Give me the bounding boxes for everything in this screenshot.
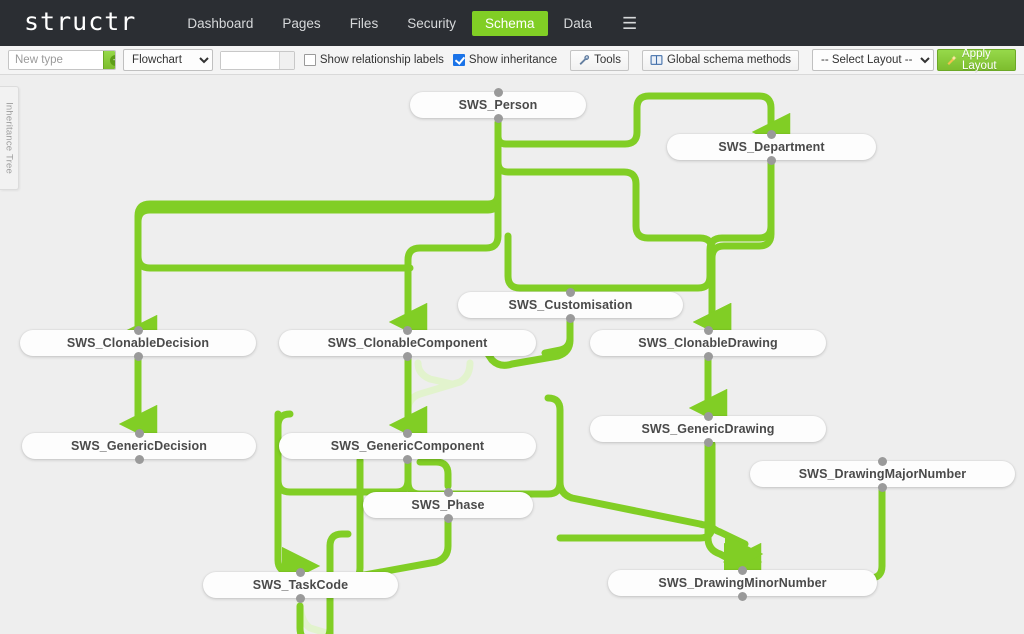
node-port-top[interactable] bbox=[403, 428, 412, 438]
node-port-top[interactable] bbox=[443, 487, 453, 497]
node-port-top[interactable] bbox=[133, 325, 143, 335]
schema-node-drawmajor[interactable]: SWS_DrawingMajorNumber bbox=[750, 456, 1015, 492]
schema-node-drawminor[interactable]: SWS_DrawingMinorNumber bbox=[608, 565, 877, 601]
node-port-top[interactable] bbox=[767, 129, 776, 139]
schema-node-label: SWS_Phase bbox=[411, 498, 485, 512]
node-port-bottom[interactable] bbox=[493, 113, 503, 123]
node-port-bottom[interactable] bbox=[296, 593, 305, 603]
app-logo[interactable]: structr bbox=[24, 9, 136, 37]
inheritance-tree-label: Inheritance Tree bbox=[3, 102, 15, 174]
tools-button[interactable]: Tools bbox=[570, 49, 629, 71]
schema-node-label: SWS_GenericComponent bbox=[330, 439, 485, 453]
schema-node-label: SWS_ClonableComponent bbox=[327, 336, 488, 350]
node-port-top[interactable] bbox=[703, 411, 713, 421]
nav-item-schema[interactable]: Schema bbox=[471, 10, 548, 36]
schema-node-label: SWS_Department bbox=[718, 140, 825, 154]
inheritance-tree-tab[interactable]: Inheritance Tree bbox=[0, 86, 19, 190]
nav-item-data[interactable]: Data bbox=[551, 11, 606, 36]
schema-node-label: SWS_Customisation bbox=[508, 298, 633, 312]
schema-node-label: SWS_ClonableDrawing bbox=[638, 336, 778, 350]
nav-item-pages[interactable]: Pages bbox=[269, 11, 333, 36]
add-type-button[interactable]: + Add bbox=[103, 51, 116, 69]
wand-icon bbox=[947, 55, 957, 65]
schema-node-phase[interactable]: SWS_Phase bbox=[363, 487, 533, 523]
saved-layout-select[interactable]: -- Select Layout -- bbox=[812, 49, 935, 71]
spinner-buttons[interactable] bbox=[278, 51, 294, 69]
show-relationship-labels-toggle[interactable]: Show relationship labels bbox=[303, 54, 444, 66]
schema-node-label: SWS_TaskCode bbox=[252, 578, 349, 592]
schema-node-gendec[interactable]: SWS_GenericDecision bbox=[22, 428, 256, 464]
new-type-input[interactable] bbox=[9, 51, 103, 69]
node-port-top[interactable] bbox=[566, 287, 575, 297]
node-port-top[interactable] bbox=[738, 565, 747, 575]
layout-type-select[interactable]: Flowchart bbox=[123, 49, 213, 71]
apply-layout-label: Apply Layout bbox=[962, 48, 997, 72]
schema-canvas[interactable]: Inheritance Tree SWS_Person SWS_Departmen… bbox=[0, 76, 1024, 634]
nav-item-dashboard[interactable]: Dashboard bbox=[174, 11, 266, 36]
nav-items: Dashboard Pages Files Security Schema Data bbox=[174, 10, 608, 36]
node-port-bottom[interactable] bbox=[443, 513, 453, 523]
schema-node-customisation[interactable]: SWS_Customisation bbox=[458, 287, 683, 323]
node-port-bottom[interactable] bbox=[703, 437, 713, 447]
depth-spinner bbox=[219, 50, 295, 70]
book-icon bbox=[650, 55, 663, 65]
wrench-icon bbox=[579, 55, 590, 65]
depth-input[interactable] bbox=[220, 51, 279, 69]
hamburger-icon[interactable]: ☰ bbox=[622, 15, 637, 32]
show-inheritance-label: Show inheritance bbox=[468, 54, 558, 66]
schema-node-label: SWS_DrawingMajorNumber bbox=[798, 467, 967, 481]
apply-layout-button[interactable]: Apply Layout bbox=[937, 48, 1016, 72]
node-port-bottom[interactable] bbox=[738, 591, 747, 601]
node-port-bottom[interactable] bbox=[133, 351, 143, 361]
checkbox-show-inheritance[interactable] bbox=[452, 54, 465, 66]
relationship-edges bbox=[118, 92, 886, 634]
global-schema-methods-label: Global schema methods bbox=[667, 54, 792, 66]
node-port-bottom[interactable] bbox=[403, 351, 412, 361]
new-type-group: + Add bbox=[8, 50, 117, 70]
schema-node-label: SWS_ClonableDecision bbox=[66, 336, 210, 350]
global-schema-methods-button[interactable]: Global schema methods bbox=[642, 49, 800, 71]
node-port-bottom[interactable] bbox=[703, 351, 713, 361]
node-port-top[interactable] bbox=[403, 325, 412, 335]
node-port-bottom[interactable] bbox=[878, 482, 887, 492]
schema-node-taskcode[interactable]: SWS_TaskCode bbox=[203, 567, 398, 603]
node-port-top[interactable] bbox=[703, 325, 713, 335]
nav-item-security[interactable]: Security bbox=[394, 11, 469, 36]
node-port-top[interactable] bbox=[493, 87, 503, 97]
node-port-top[interactable] bbox=[878, 456, 887, 466]
checkbox-relationship-labels[interactable] bbox=[303, 54, 316, 66]
schema-node-department[interactable]: SWS_Department bbox=[667, 129, 876, 165]
schema-node-label: SWS_GenericDecision bbox=[71, 439, 207, 453]
node-port-top[interactable] bbox=[134, 428, 144, 438]
node-port-bottom[interactable] bbox=[767, 155, 776, 165]
show-inheritance-toggle[interactable]: Show inheritance bbox=[452, 54, 558, 66]
schema-toolbar: + Add Flowchart Show relationship labels… bbox=[0, 46, 1024, 75]
tools-button-label: Tools bbox=[594, 54, 621, 66]
plus-circle-icon: + bbox=[110, 54, 116, 66]
node-port-bottom[interactable] bbox=[134, 454, 144, 464]
top-navigation-bar: structr Dashboard Pages Files Security Schem… bbox=[0, 0, 1024, 46]
node-port-bottom[interactable] bbox=[403, 454, 412, 464]
schema-node-gencomp[interactable]: SWS_GenericComponent bbox=[279, 428, 536, 464]
schema-node-label: SWS_GenericDrawing bbox=[641, 422, 775, 436]
schema-node-clondraw[interactable]: SWS_ClonableDrawing bbox=[590, 325, 826, 361]
schema-node-person[interactable]: SWS_Person bbox=[410, 87, 586, 123]
schema-node-label: SWS_Person bbox=[458, 98, 538, 112]
schema-node-cloncomp[interactable]: SWS_ClonableComponent bbox=[279, 325, 536, 361]
schema-node-gendraw[interactable]: SWS_GenericDrawing bbox=[590, 411, 826, 447]
schema-node-label: SWS_DrawingMinorNumber bbox=[658, 576, 827, 590]
nav-item-files[interactable]: Files bbox=[337, 11, 392, 36]
show-relationship-labels-label: Show relationship labels bbox=[319, 54, 444, 66]
schema-node-clondec[interactable]: SWS_ClonableDecision bbox=[20, 325, 256, 361]
node-port-top[interactable] bbox=[296, 567, 305, 577]
node-port-bottom[interactable] bbox=[566, 313, 575, 323]
